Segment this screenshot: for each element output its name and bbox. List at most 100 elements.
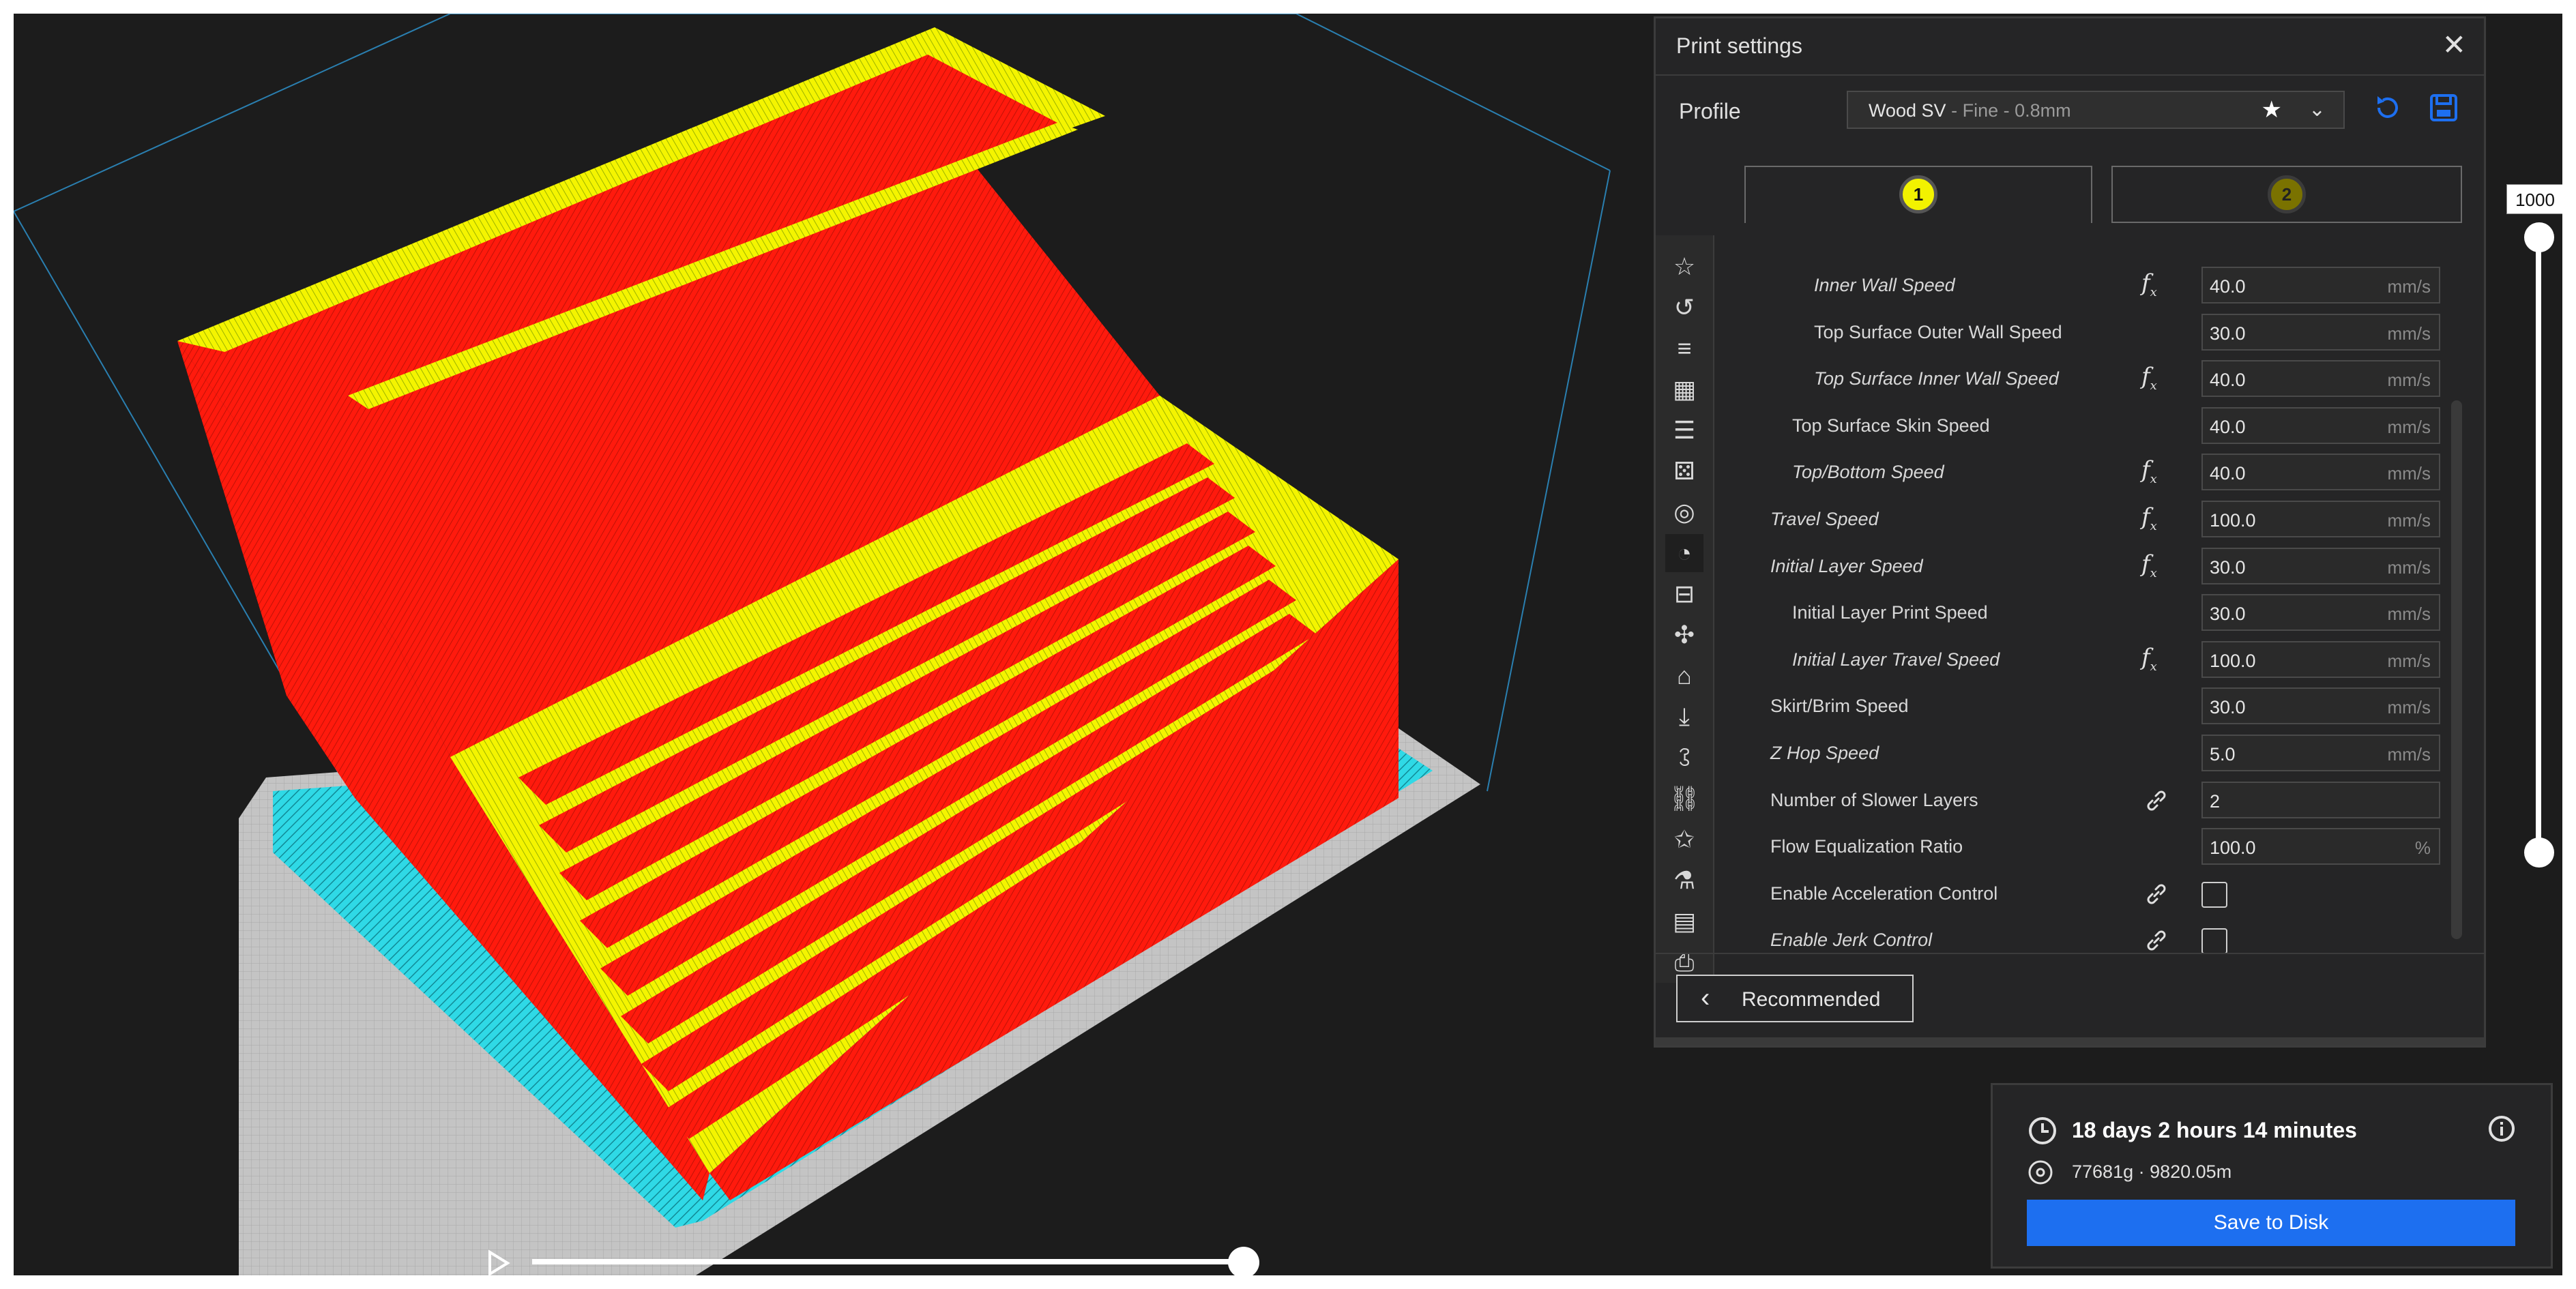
setting-unit: mm/s xyxy=(2387,276,2431,297)
tab-extruder-2[interactable]: 2 xyxy=(2111,166,2462,223)
link-icon[interactable] xyxy=(2143,787,2170,814)
setting-input[interactable]: 30.0 mm/s xyxy=(2201,313,2440,351)
settings-category-sidebar: ☆ ↺ ≡ ▦ ☰ ⚄ ◎ ◔ ⊟ ✣ ⌂ ⤓ ꕘ ⛓ ✩ ⚗ ▤ ⎙ xyxy=(1656,235,1714,983)
setting-input[interactable]: 30.0 mm/s xyxy=(2201,594,2440,632)
save-to-disk-button[interactable]: Save to Disk xyxy=(2027,1200,2515,1246)
adhesion-icon[interactable]: ⤓ xyxy=(1665,698,1703,736)
function-icon[interactable]: fx xyxy=(2141,363,2157,393)
setting-input[interactable]: 40.0 mm/s xyxy=(2201,406,2440,444)
align-icon[interactable]: ≡ xyxy=(1665,329,1703,368)
setting-row: Top Surface Outer Wall Speed 30.0 mm/s xyxy=(1724,312,2440,353)
support-icon[interactable]: ⌂ xyxy=(1665,657,1703,695)
layers-icon[interactable]: ☰ xyxy=(1665,411,1703,449)
setting-input[interactable]: 40.0 mm/s xyxy=(2201,360,2440,398)
link-icon[interactable] xyxy=(2143,927,2170,954)
settings-scrollbar[interactable] xyxy=(2451,400,2462,939)
setting-row: Z Hop Speed 5.0 mm/s xyxy=(1724,733,2440,774)
speed-circle-icon[interactable]: ◎ xyxy=(1665,493,1703,531)
function-icon[interactable]: fx xyxy=(2141,503,2157,533)
setting-unit: mm/s xyxy=(2387,697,2431,718)
chevron-down-icon[interactable]: ⌄ xyxy=(2309,98,2326,121)
profile-name: Wood SV - Fine - 0.8mm xyxy=(1869,100,2071,121)
setting-input[interactable]: 2 xyxy=(2201,781,2440,818)
setting-unit: mm/s xyxy=(2387,416,2431,437)
setting-input[interactable]: 40.0 mm/s xyxy=(2201,454,2440,491)
setting-row: Flow Equalization Ratio 100.0% xyxy=(1724,827,2440,868)
setting-row: Skirt/Brim Speed 30.0 mm/s xyxy=(1724,686,2440,727)
3d-viewport[interactable]: Print settings ✕ Profile Wood SV - Fine … xyxy=(14,14,2562,1275)
fan-icon[interactable]: ✣ xyxy=(1665,616,1703,654)
setting-label: Top Surface Outer Wall Speed xyxy=(1814,321,2062,342)
setting-row: Number of Slower Layers 2 xyxy=(1724,780,2440,821)
setting-row: Top Surface Inner Wall Speed fx 40.0 mm/s xyxy=(1724,359,2440,400)
gauge-icon[interactable]: ◔ xyxy=(1665,534,1703,572)
setting-input[interactable]: 100.0% xyxy=(2201,828,2440,865)
star-icon[interactable]: ☆ xyxy=(1665,248,1703,286)
save-icon[interactable] xyxy=(2428,92,2459,123)
dual-extrusion-icon[interactable]: ꕘ xyxy=(1665,739,1703,777)
layer-slider-bottom-handle[interactable] xyxy=(2524,838,2554,868)
setting-input[interactable]: 40.0 mm/s xyxy=(2201,267,2440,303)
dice-icon[interactable]: ⚄ xyxy=(1665,452,1703,490)
setting-input[interactable]: 30.0 mm/s xyxy=(2201,547,2440,584)
setting-row: Enable Acceleration Control xyxy=(1724,874,2433,915)
setting-input[interactable]: 30.0 mm/s xyxy=(2201,687,2440,725)
setting-value: 100.0 xyxy=(2210,838,2256,859)
print-estimate-panel: 18 days 2 hours 14 minutes 77681g · 9820… xyxy=(1991,1083,2553,1269)
print-settings-panel: Print settings ✕ Profile Wood SV - Fine … xyxy=(1654,16,2486,1048)
reset-icon[interactable]: ↺ xyxy=(1665,288,1703,327)
grid-icon[interactable]: ▦ xyxy=(1665,370,1703,409)
timeline-handle[interactable] xyxy=(1228,1247,1259,1275)
special-modes-icon[interactable]: ✩ xyxy=(1665,820,1703,859)
setting-label: Top Surface Inner Wall Speed xyxy=(1814,368,2059,389)
sliced-model-preview[interactable] xyxy=(14,14,1685,1275)
setting-input[interactable]: 5.0 mm/s xyxy=(2201,735,2440,771)
experimental-icon[interactable]: ⚗ xyxy=(1665,861,1703,900)
tab-extruder-1[interactable]: 1 xyxy=(1744,166,2092,223)
setting-unit: mm/s xyxy=(2387,557,2431,578)
layer-slider-track[interactable] xyxy=(2536,239,2541,853)
setting-value: 30.0 xyxy=(2210,604,2246,625)
setting-unit: mm/s xyxy=(2387,604,2431,625)
setting-checkbox[interactable] xyxy=(2201,928,2227,955)
mesh-fix-icon[interactable]: ⛓ xyxy=(1665,780,1703,818)
function-icon[interactable]: fx xyxy=(2141,644,2157,674)
layer-number-field[interactable]: 1000 xyxy=(2506,184,2562,214)
layer-slider-top-handle[interactable] xyxy=(2524,222,2554,252)
function-icon[interactable]: fx xyxy=(2141,550,2157,580)
document-icon[interactable]: ▤ xyxy=(1665,902,1703,940)
setting-checkbox[interactable] xyxy=(2201,881,2227,908)
setting-label: Top/Bottom Speed xyxy=(1792,462,1944,483)
setting-unit: mm/s xyxy=(2387,650,2431,671)
setting-value: 40.0 xyxy=(2210,276,2246,297)
setting-input[interactable]: 100.0 mm/s xyxy=(2201,501,2440,537)
star-icon[interactable]: ★ xyxy=(2262,96,2282,123)
function-icon[interactable]: fx xyxy=(2141,269,2157,299)
reset-icon[interactable] xyxy=(2371,91,2405,125)
recommended-button[interactable]: ‹ Recommended xyxy=(1676,975,1914,1022)
travel-icon[interactable]: ⊟ xyxy=(1665,575,1703,613)
profile-row: Profile Wood SV - Fine - 0.8mm ★ ⌄ xyxy=(1656,87,2484,134)
play-icon[interactable] xyxy=(484,1248,512,1275)
extruder-1-badge: 1 xyxy=(1899,175,1937,213)
setting-label: Number of Slower Layers xyxy=(1770,789,1978,810)
setting-value: 40.0 xyxy=(2210,416,2246,437)
setting-input[interactable]: 100.0 mm/s xyxy=(2201,640,2440,678)
recommended-label: Recommended xyxy=(1742,988,1881,1011)
panel-title: Print settings xyxy=(1676,33,1802,58)
chevron-left-icon: ‹ xyxy=(1701,983,1710,1013)
link-icon[interactable] xyxy=(2143,880,2170,908)
setting-row: Initial Layer Travel Speed fx 100.0 mm/s xyxy=(1724,640,2440,681)
setting-unit: % xyxy=(2414,838,2431,859)
function-icon[interactable]: fx xyxy=(2141,456,2157,486)
setting-label: Initial Layer Speed xyxy=(1770,555,1923,576)
panel-resize-handle[interactable] xyxy=(1656,1037,2484,1046)
info-icon[interactable] xyxy=(2487,1114,2517,1144)
simulation-timeline[interactable] xyxy=(532,1259,1242,1264)
setting-value: 30.0 xyxy=(2210,557,2246,578)
close-icon[interactable]: ✕ xyxy=(2442,28,2466,61)
setting-value: 5.0 xyxy=(2210,744,2236,765)
setting-label: Initial Layer Travel Speed xyxy=(1792,649,2000,670)
profile-select[interactable]: Wood SV - Fine - 0.8mm ★ ⌄ xyxy=(1847,91,2345,129)
setting-value: 40.0 xyxy=(2210,370,2246,391)
